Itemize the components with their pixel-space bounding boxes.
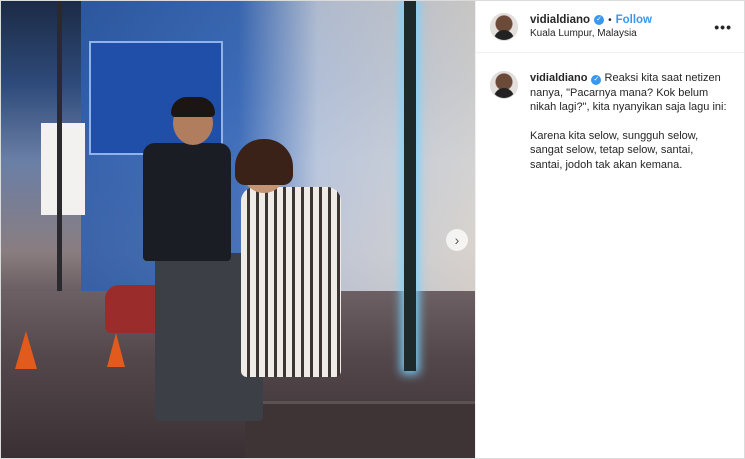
street-lamp-post: [57, 1, 62, 341]
light-box: [41, 123, 85, 215]
more-options-icon[interactable]: •••: [714, 19, 732, 35]
traffic-cone: [15, 331, 37, 369]
woman-figure: [231, 139, 341, 413]
location-link[interactable]: Kuala Lumpur, Malaysia: [530, 28, 652, 39]
caption-lyrics: Karena kita selow, sungguh selow, sangat…: [530, 129, 699, 171]
verified-badge-icon: ✓: [594, 15, 605, 25]
caption-text: vidialdiano ✓ Reaksi kita saat netizen na…: [530, 71, 728, 172]
man-figure: [143, 97, 263, 441]
avatar[interactable]: [490, 71, 518, 99]
separator-dot: •: [608, 14, 612, 26]
post-sidebar: vidialdiano ✓ • Follow Kuala Lumpur, Mal…: [475, 1, 744, 458]
username-link[interactable]: vidialdiano: [530, 14, 590, 26]
caption-comment: vidialdiano ✓ Reaksi kita saat netizen na…: [476, 53, 744, 172]
traffic-cone: [107, 333, 125, 367]
next-arrow-icon[interactable]: ›: [446, 229, 468, 251]
post-header: vidialdiano ✓ • Follow Kuala Lumpur, Mal…: [476, 1, 744, 53]
follow-button[interactable]: Follow: [616, 14, 652, 26]
instagram-post: › vidialdiano ✓ • Follow Kuala Lumpur, M…: [0, 0, 745, 459]
post-photo[interactable]: ›: [1, 1, 475, 458]
header-info: vidialdiano ✓ • Follow Kuala Lumpur, Mal…: [530, 14, 652, 39]
lit-tree-trunk: [404, 1, 416, 371]
verified-badge-icon: ✓: [591, 75, 602, 85]
username-link[interactable]: vidialdiano: [530, 72, 587, 84]
avatar[interactable]: [490, 12, 518, 41]
